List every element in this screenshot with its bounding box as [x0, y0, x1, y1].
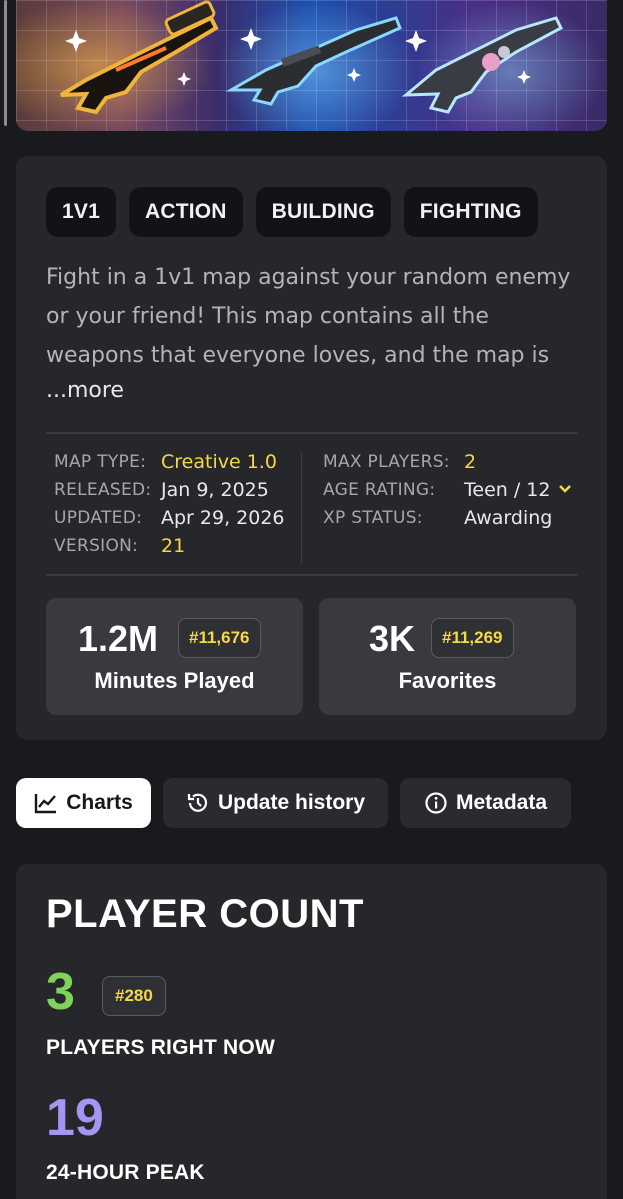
stat-favorites: 3K #11,269 Favorites [319, 598, 576, 715]
player-count-card: PLAYER COUNT 3 #280 PLAYERS RIGHT NOW 19… [16, 864, 607, 1199]
meta-value: Creative 1.0 [161, 451, 277, 473]
meta-key: AGE RATING: [323, 480, 436, 500]
meta-key: XP STATUS: [323, 508, 423, 528]
meta-value: Awarding [464, 507, 553, 529]
tab-label: Metadata [455, 791, 548, 814]
more-link[interactable]: ...more [46, 378, 124, 403]
stat-minutes-played: 1.2M #11,676 Minutes Played [46, 598, 303, 715]
tab-label: Charts [66, 791, 133, 814]
meta-value: Apr 29, 2026 [161, 507, 285, 529]
meta-row-max-players: MAX PLAYERS: 2 [323, 448, 572, 476]
players-now-value: 3 [46, 963, 75, 1021]
meta-value[interactable]: Teen / 12 [464, 479, 550, 501]
meta-row-version: VERSION: 21 [54, 532, 285, 560]
meta-row-updated: UPDATED: Apr 29, 2026 [54, 504, 285, 532]
description-line: or your friend! This map contains all th… [46, 304, 489, 329]
rank-badge: #11,676 [178, 618, 261, 658]
meta-value: Jan 9, 2025 [161, 479, 269, 501]
info-circle-icon [424, 791, 448, 815]
tag-action[interactable]: ACTION [128, 187, 243, 237]
chevron-down-icon[interactable] [558, 479, 572, 498]
tab-label: Update history [217, 791, 366, 814]
vertical-divider [301, 452, 302, 564]
tag-list: 1V1 ACTION BUILDING FIGHTING [46, 187, 538, 237]
meta-key: VERSION: [54, 536, 139, 556]
tag-fighting[interactable]: FIGHTING [403, 187, 538, 237]
stat-value: 1.2M [78, 618, 159, 659]
line-chart-icon [34, 792, 58, 814]
divider [46, 432, 577, 434]
stat-label: Minutes Played [94, 668, 255, 693]
meta-row-released: RELEASED: Jan 9, 2025 [54, 476, 285, 504]
tag-building[interactable]: BUILDING [255, 187, 391, 237]
meta-left: MAP TYPE: Creative 1.0 RELEASED: Jan 9, … [54, 448, 285, 560]
meta-right: MAX PLAYERS: 2 AGE RATING: Teen / 12 XP … [323, 448, 572, 532]
stat-label: Favorites [398, 668, 497, 693]
stat-value: 3K [369, 618, 416, 659]
meta-key: RELEASED: [54, 480, 152, 500]
players-now-label: PLAYERS RIGHT NOW [46, 1036, 275, 1059]
tag-1v1[interactable]: 1V1 [46, 187, 116, 237]
description-line: Fight in a 1v1 map against your random e… [46, 265, 571, 290]
map-detail-page: 1V1 ACTION BUILDING FIGHTING Fight in a … [0, 0, 623, 1199]
meta-key: MAX PLAYERS: [323, 452, 450, 472]
section-title: PLAYER COUNT [46, 892, 364, 936]
rank-badge: #11,269 [431, 618, 514, 658]
tab-charts[interactable]: Charts [16, 778, 151, 828]
meta-row-map-type: MAP TYPE: Creative 1.0 [54, 448, 285, 476]
divider [46, 574, 577, 576]
weapons-banner-icon [59, 0, 563, 115]
tab-update-history[interactable]: Update history [163, 778, 388, 828]
map-info-card: 1V1 ACTION BUILDING FIGHTING Fight in a … [16, 156, 607, 740]
meta-row-age-rating[interactable]: AGE RATING: Teen / 12 [323, 476, 572, 504]
scroll-indicator[interactable] [4, 0, 7, 126]
tab-metadata[interactable]: Metadata [400, 778, 571, 828]
meta-key: MAP TYPE: [54, 452, 147, 472]
meta-value: 21 [161, 535, 186, 557]
history-clock-icon [186, 791, 210, 815]
meta-row-xp-status: XP STATUS: Awarding [323, 504, 572, 532]
gray-rifle-icon [225, 16, 402, 106]
map-description: Fight in a 1v1 map against your random e… [46, 258, 581, 375]
camo-rifle-icon [401, 16, 563, 114]
rank-badge: #280 [102, 976, 166, 1016]
description-line: weapons that everyone loves, and the map… [46, 343, 550, 368]
hero-banner [16, 0, 607, 131]
meta-key: UPDATED: [54, 508, 143, 528]
peak-label: 24-HOUR PEAK [46, 1161, 205, 1184]
peak-value: 19 [46, 1089, 104, 1147]
meta-value: 2 [464, 451, 477, 473]
gold-rifle-icon [59, 0, 219, 115]
